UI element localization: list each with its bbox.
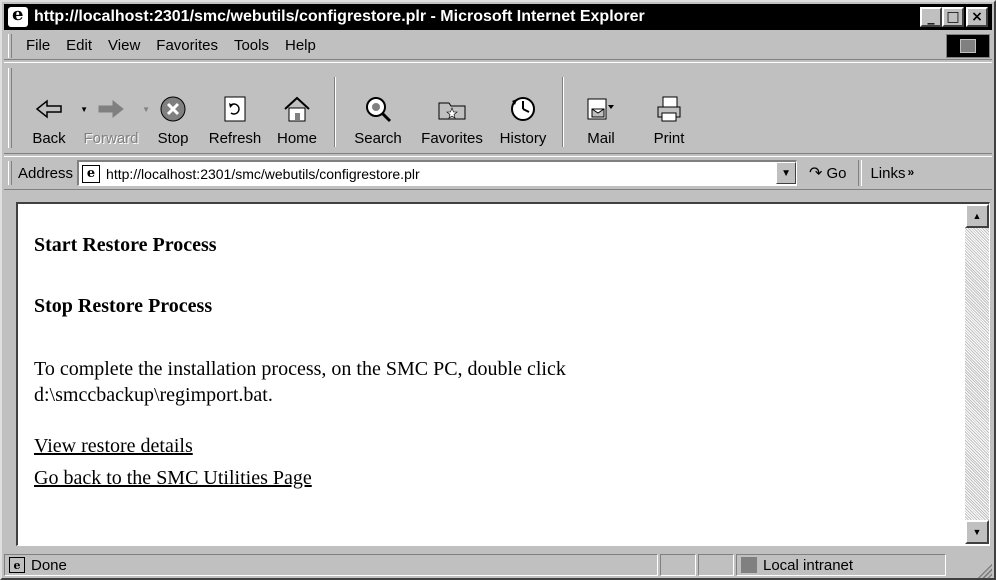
address-bar: Address e ▼ ↷ Go Links» — [4, 156, 992, 190]
page-done-icon: e — [9, 557, 25, 573]
address-field[interactable]: e ▼ — [77, 160, 798, 186]
status-text-pane: e Done — [4, 554, 658, 576]
menu-tools[interactable]: Tools — [226, 37, 277, 54]
view-restore-details-link[interactable]: View restore details — [34, 430, 934, 462]
scroll-down-button[interactable]: ▼ — [965, 520, 989, 544]
smc-utilities-link[interactable]: Go back to the SMC Utilities Page — [34, 462, 934, 494]
status-pane-empty — [660, 554, 696, 576]
back-label: Back — [32, 130, 66, 147]
minimize-button[interactable]: _ — [920, 7, 942, 27]
address-input[interactable] — [106, 165, 767, 182]
toolbar-separator — [334, 77, 336, 147]
refresh-label: Refresh — [208, 130, 262, 147]
links-grip[interactable] — [858, 160, 863, 186]
refresh-button[interactable]: Refresh — [204, 71, 266, 153]
search-button[interactable]: Search — [342, 71, 414, 153]
vertical-scrollbar[interactable]: ▲ ▼ — [965, 204, 989, 544]
print-button[interactable]: Print — [632, 71, 706, 153]
home-button[interactable]: Home — [266, 71, 328, 153]
scroll-up-button[interactable]: ▲ — [965, 204, 989, 228]
instruction-text: To complete the installation process, on… — [34, 356, 934, 408]
refresh-icon — [220, 94, 250, 124]
home-icon — [282, 94, 312, 124]
go-label: Go — [826, 164, 847, 182]
go-button[interactable]: ↷ Go — [809, 163, 846, 183]
page-body: Start Restore Process Stop Restore Proce… — [34, 234, 934, 494]
print-label: Print — [653, 130, 685, 147]
stop-button[interactable]: Stop — [142, 71, 204, 153]
standard-toolbar: Back ▼ Forward ▼ Stop Refresh Home Searc… — [4, 62, 992, 154]
start-restore-heading: Start Restore Process — [34, 234, 217, 256]
maximize-button[interactable]: □ — [942, 7, 964, 27]
intranet-icon — [741, 557, 757, 573]
links-label: Links — [870, 164, 906, 182]
forward-button[interactable]: Forward ▼ — [80, 71, 150, 153]
search-label: Search — [354, 130, 402, 147]
instruction-line-1: To complete the installation process, on… — [34, 358, 566, 380]
print-icon — [654, 94, 684, 124]
stop-restore-heading: Stop Restore Process — [34, 295, 213, 317]
address-dropdown-icon[interactable]: ▼ — [776, 162, 797, 184]
resize-grip[interactable] — [976, 562, 992, 578]
chevron-right-icon: » — [907, 164, 915, 179]
close-button[interactable]: × — [966, 7, 988, 27]
forward-label: Forward — [83, 130, 139, 147]
menu-edit[interactable]: Edit — [58, 37, 100, 54]
mail-button[interactable]: Mail — [570, 71, 632, 153]
title-bar[interactable]: http://localhost:2301/smc/webutils/confi… — [4, 4, 992, 30]
mail-label: Mail — [587, 130, 615, 147]
favorites-label: Favorites — [421, 130, 483, 147]
menu-bar: File Edit View Favorites Tools Help — [4, 32, 992, 60]
toolbar-separator — [562, 77, 564, 147]
page-icon: e — [82, 164, 101, 183]
zone-text: Local intranet — [763, 556, 854, 574]
page-content: Start Restore Process Stop Restore Proce… — [16, 202, 990, 546]
back-arrow-icon — [34, 94, 64, 124]
menu-favorites[interactable]: Favorites — [148, 37, 226, 54]
history-icon — [508, 94, 538, 124]
search-icon — [363, 94, 393, 124]
menu-file[interactable]: File — [18, 37, 58, 54]
windows-logo-icon — [946, 34, 990, 58]
toolbar-grip[interactable] — [8, 68, 12, 148]
go-arrow-icon: ↷ — [809, 165, 823, 182]
stop-label: Stop — [157, 130, 189, 147]
status-pane-empty — [698, 554, 734, 576]
address-grip[interactable] — [8, 161, 12, 185]
back-button[interactable]: Back ▼ — [18, 71, 88, 153]
zone-pane: Local intranet — [736, 554, 946, 576]
menu-help[interactable]: Help — [277, 37, 324, 54]
links-button[interactable]: Links» — [870, 165, 914, 182]
history-label: History — [499, 130, 547, 147]
home-label: Home — [276, 130, 317, 147]
favorites-icon — [437, 94, 467, 124]
favorites-button[interactable]: Favorites — [414, 71, 490, 153]
address-label: Address — [18, 164, 74, 182]
status-text: Done — [31, 556, 67, 574]
status-bar: e Done Local intranet — [4, 552, 992, 578]
window-title: http://localhost:2301/smc/webutils/confi… — [34, 8, 645, 25]
stop-icon — [158, 94, 188, 124]
history-button[interactable]: History — [490, 71, 556, 153]
menu-grip[interactable] — [8, 33, 12, 58]
forward-arrow-icon — [96, 94, 126, 124]
ie-logo-icon[interactable] — [8, 4, 28, 27]
menu-view[interactable]: View — [100, 37, 148, 54]
browser-window: http://localhost:2301/smc/webutils/confi… — [0, 0, 996, 580]
mail-icon — [586, 94, 616, 124]
instruction-line-2: d:\smccbackup\regimport.bat. — [34, 384, 273, 406]
